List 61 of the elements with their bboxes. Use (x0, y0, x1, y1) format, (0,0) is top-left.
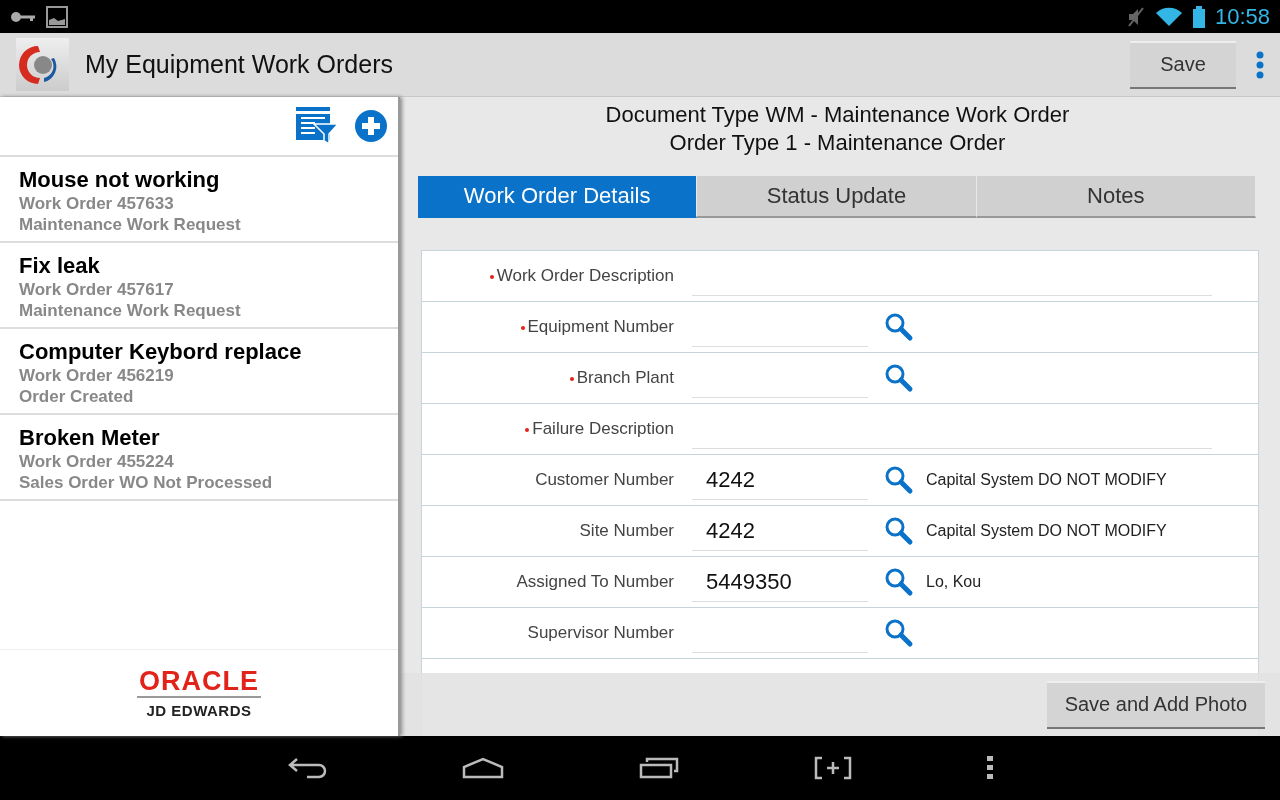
order-type: Order Type 1 - Maintenance Order (669, 129, 1006, 157)
order-status: Maintenance Work Request (19, 300, 242, 321)
field-description: Lo, Kou (926, 573, 982, 591)
filter-list-icon[interactable] (296, 107, 338, 145)
input-field[interactable]: 4242 (692, 460, 868, 500)
field-label: Customer Number (534, 470, 675, 490)
order-number: Work Order 457633 (19, 193, 175, 214)
order-number: Work Order 455224 (19, 451, 175, 472)
key-icon (10, 10, 36, 23)
order-number: Work Order 457617 (19, 279, 175, 300)
tab[interactable]: Notes (976, 176, 1256, 218)
screenshot-icon[interactable] (814, 756, 852, 780)
search-icon[interactable] (884, 465, 914, 495)
field-label: Failure Description (422, 419, 692, 439)
image-icon (46, 5, 68, 28)
field-label: Equipment Number (422, 317, 692, 337)
field-label: Assigned To Number (515, 572, 675, 592)
tab[interactable]: Work Order Details (418, 176, 698, 218)
mute-icon (1126, 5, 1145, 28)
order-title: Computer Keybord replace (19, 339, 303, 365)
search-icon[interactable] (884, 618, 914, 648)
brand-logo: ORACLE (137, 667, 261, 698)
order-status: Order Created (19, 386, 135, 407)
app-logo-icon (16, 38, 69, 91)
input-field[interactable]: 4242 (692, 511, 868, 551)
order-title: Broken Meter (19, 425, 161, 451)
order-title: Mouse not working (19, 167, 221, 193)
order-status: Sales Order WO Not Processed (19, 472, 274, 493)
back-icon[interactable] (287, 756, 327, 780)
menu-icon[interactable] (987, 756, 993, 780)
wifi-icon (1154, 6, 1183, 27)
order-list-item[interactable]: Broken Meter Work Order 455224 Sales Order WO Not Processed (0, 415, 398, 501)
search-icon[interactable] (884, 567, 914, 597)
field-description: Capital System DO NOT MODIFY (926, 522, 1167, 540)
battery-icon (1192, 5, 1205, 28)
save-button[interactable]: Save (1130, 40, 1236, 89)
order-title: Fix leak (19, 253, 101, 279)
field-label: Site Number (578, 521, 675, 541)
tab[interactable]: Status Update (697, 176, 977, 218)
search-icon[interactable] (884, 363, 914, 393)
order-list-item[interactable]: Computer Keybord replace Work Order 456219 Order Created (0, 329, 398, 415)
field-label: Work Order Description (422, 266, 692, 286)
order-status: Maintenance Work Request (19, 214, 242, 235)
add-icon[interactable] (354, 109, 388, 143)
input-field[interactable]: 5449350 (692, 562, 868, 602)
clock-time: 10:58 (1214, 3, 1270, 30)
document-type: Document Type WM - Maintenance Work Order (605, 101, 1070, 129)
field-label: Supervisor Number (526, 623, 675, 643)
order-list-item[interactable]: Fix leak Work Order 457617 Maintenance Work Request (0, 243, 398, 329)
overflow-menu-icon[interactable] (1256, 50, 1264, 79)
recent-apps-icon[interactable] (639, 756, 679, 780)
field-description: Capital System DO NOT MODIFY (926, 471, 1167, 489)
home-icon[interactable] (462, 757, 504, 779)
product-name: JD EDWARDS (146, 701, 252, 719)
order-number: Work Order 456219 (19, 365, 175, 386)
field-label: Branch Plant (422, 368, 692, 388)
app-title: My Equipment Work Orders (85, 50, 394, 79)
search-icon[interactable] (884, 312, 914, 342)
order-list-item[interactable]: Mouse not working Work Order 457633 Maintenance Work Request (0, 157, 398, 243)
save-and-add-photo-button[interactable]: Save and Add Photo (1046, 680, 1265, 729)
search-icon[interactable] (884, 516, 914, 546)
